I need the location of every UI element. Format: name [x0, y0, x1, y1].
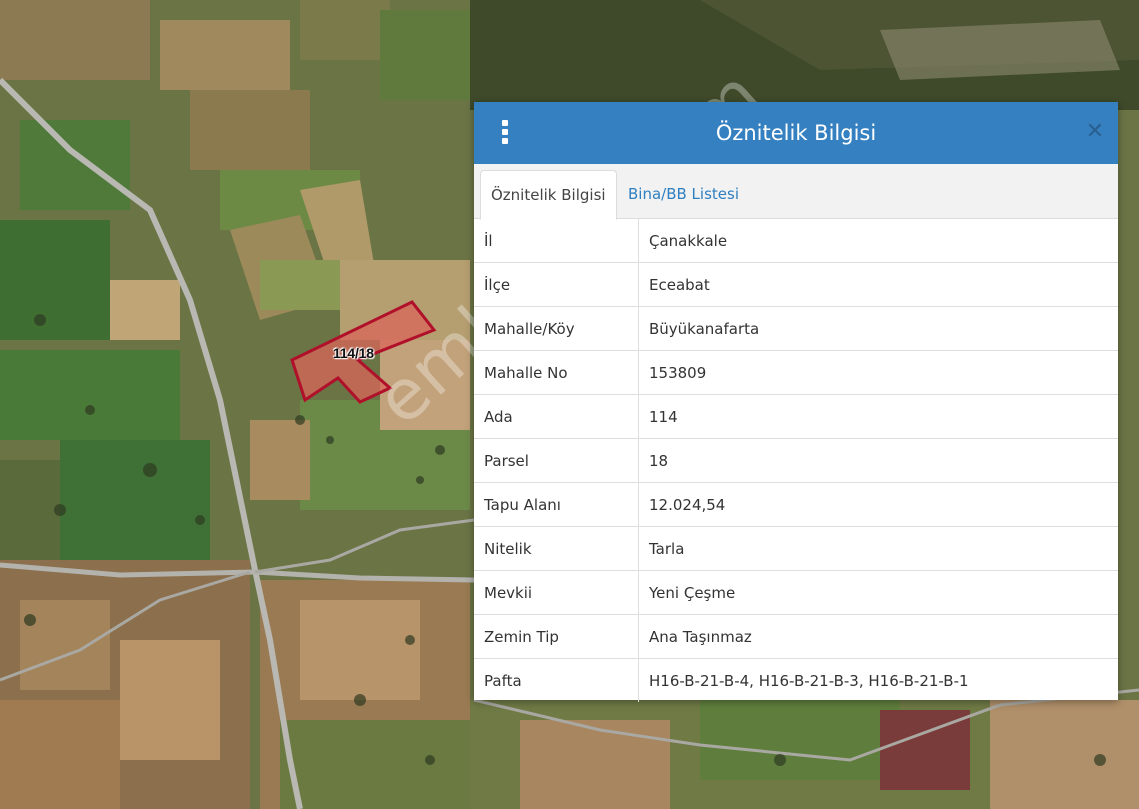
row-key: Zemin Tip	[474, 614, 639, 659]
row-value: 12.024,54	[638, 482, 1118, 527]
row-key: İlçe	[474, 262, 639, 307]
table-row: İl Çanakkale	[474, 219, 1118, 263]
table-row: Pafta H16-B-21-B-4, H16-B-21-B-3, H16-B-…	[474, 658, 1118, 702]
panel-header: Öznitelik Bilgisi ✕	[474, 102, 1118, 164]
row-key: İl	[474, 219, 639, 263]
parcel-label: 114/18	[333, 345, 374, 361]
panel-title: Öznitelik Bilgisi	[715, 121, 877, 145]
row-value: 153809	[638, 350, 1118, 395]
table-row: Ada 114	[474, 394, 1118, 439]
table-row: Mevkii Yeni Çeşme	[474, 570, 1118, 615]
row-value: Ana Taşınmaz	[638, 614, 1118, 659]
table-row: Nitelik Tarla	[474, 526, 1118, 571]
row-key: Nitelik	[474, 526, 639, 571]
row-key: Parsel	[474, 438, 639, 483]
table-row: Zemin Tip Ana Taşınmaz	[474, 614, 1118, 659]
table-row: Tapu Alanı 12.024,54	[474, 482, 1118, 527]
row-key: Mahalle No	[474, 350, 639, 395]
row-value: Çanakkale	[638, 219, 1118, 263]
row-key: Ada	[474, 394, 639, 439]
table-row: Mahalle/Köy Büyükanafarta	[474, 306, 1118, 351]
row-key: Pafta	[474, 658, 639, 702]
row-key: Mevkii	[474, 570, 639, 615]
row-value: Büyükanafarta	[638, 306, 1118, 351]
row-value: Tarla	[638, 526, 1118, 571]
row-key: Mahalle/Köy	[474, 306, 639, 351]
attribute-panel: Öznitelik Bilgisi ✕ Öznitelik Bilgisi Bi…	[474, 102, 1118, 702]
row-key: Tapu Alanı	[474, 482, 639, 527]
row-value: 114	[638, 394, 1118, 439]
row-value: Eceabat	[638, 262, 1118, 307]
tab-attribute-info[interactable]: Öznitelik Bilgisi	[480, 170, 617, 220]
table-row: Mahalle No 153809	[474, 350, 1118, 395]
row-value: Yeni Çeşme	[638, 570, 1118, 615]
row-value: H16-B-21-B-4, H16-B-21-B-3, H16-B-21-B-1	[649, 671, 969, 690]
row-value: 18	[638, 438, 1118, 483]
table-row: İlçe Eceabat	[474, 262, 1118, 307]
tab-building-list[interactable]: Bina/BB Listesi	[618, 170, 749, 218]
table-row: Parsel 18	[474, 438, 1118, 483]
tab-bar: Öznitelik Bilgisi Bina/BB Listesi	[474, 164, 1118, 220]
close-icon[interactable]: ✕	[1084, 118, 1106, 146]
attribute-table: İl Çanakkale İlçe Eceabat Mahalle/Köy Bü…	[474, 219, 1118, 702]
